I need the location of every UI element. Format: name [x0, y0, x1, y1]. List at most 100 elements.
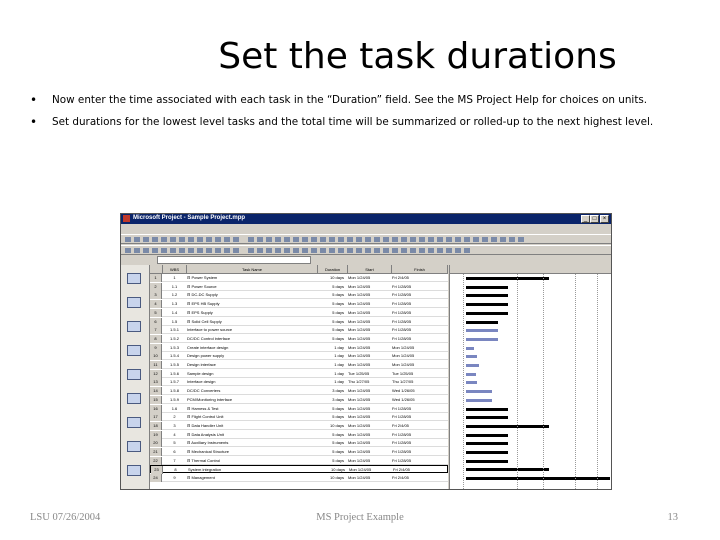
task-start[interactable]: Mon 1/24/05 — [348, 335, 388, 343]
task-name[interactable]: PCM/Monitoring interface — [187, 396, 317, 404]
summary-bar[interactable] — [466, 477, 610, 481]
col-header-task-name[interactable]: Task Name — [187, 265, 318, 274]
task-finish[interactable]: Mon 1/24/05 — [392, 344, 432, 352]
task-finish[interactable]: Fri 1/28/05 — [392, 405, 432, 413]
task-wbs[interactable]: 7 — [163, 457, 186, 465]
task-row[interactable]: 14 1.5.8 DC/DC Converters 3 days Mon 1/24/05… — [150, 387, 448, 396]
toolbar-button[interactable] — [446, 248, 452, 253]
task-row[interactable]: 12 1.5.6 Sample design 1 day Tue 1/25/05 Tue … — [150, 369, 448, 378]
task-row[interactable]: 9 1.5.3 Create interface design 1 day Mon 1/… — [150, 343, 448, 352]
task-start[interactable]: Mon 1/24/05 — [348, 405, 388, 413]
summary-bar[interactable] — [466, 294, 508, 298]
toolbar-button[interactable] — [455, 237, 461, 242]
task-bar[interactable] — [466, 398, 492, 402]
toolbar-button[interactable] — [152, 237, 158, 242]
toolbar-button[interactable] — [365, 248, 371, 253]
task-finish[interactable]: Fri 1/28/05 — [392, 300, 432, 308]
task-bar[interactable] — [466, 329, 498, 333]
view-icon[interactable] — [127, 273, 141, 284]
toolbar-button[interactable] — [206, 237, 212, 242]
task-row[interactable]: 4 1.3 ⊟ EPS HB Supply 5 days Mon 1/24/05 Fri … — [150, 300, 448, 309]
toolbar-button[interactable] — [392, 248, 398, 253]
task-finish[interactable]: Fri 1/28/05 — [392, 448, 432, 456]
task-duration[interactable]: 1 day — [318, 378, 344, 386]
task-id[interactable]: 12 — [150, 369, 162, 378]
toolbar-button[interactable] — [275, 237, 281, 242]
task-row[interactable]: 11 1.5.5 Design interface 1 day Mon 1/24/05 M… — [150, 361, 448, 369]
task-id[interactable]: 20 — [150, 439, 162, 448]
task-wbs[interactable]: 6 — [163, 448, 186, 456]
toolbar-button[interactable] — [170, 248, 176, 253]
task-row[interactable]: 13 1.5.7 Interface design 1 day Thu 1/27/05 T… — [150, 378, 448, 387]
task-duration[interactable]: 5 days — [318, 283, 344, 291]
toolbar-button[interactable] — [482, 237, 488, 242]
task-start[interactable]: Mon 1/24/05 — [348, 431, 388, 439]
task-row[interactable]: 18 3 ⊟ Data Handler Unit 10 days Mon 1/24/05… — [150, 421, 448, 430]
toolbar-button[interactable] — [383, 248, 389, 253]
toolbar-button[interactable] — [302, 248, 308, 253]
task-start[interactable]: Mon 1/24/05 — [348, 318, 388, 326]
task-duration[interactable]: 10 days — [318, 274, 344, 282]
task-start[interactable]: Mon 1/24/05 — [348, 309, 388, 317]
minimize-button[interactable]: _ — [581, 215, 590, 223]
summary-bar[interactable] — [466, 433, 508, 437]
task-start[interactable]: Thu 1/27/05 — [348, 378, 388, 386]
task-start[interactable]: Mon 1/24/05 — [348, 422, 388, 430]
task-finish[interactable]: Fri 2/4/05 — [392, 474, 432, 482]
task-finish[interactable]: Fri 2/4/05 — [392, 422, 432, 430]
toolbar-button[interactable] — [518, 237, 524, 242]
task-finish[interactable]: Fri 2/4/05 — [392, 274, 432, 282]
task-id[interactable]: 1 — [150, 274, 162, 282]
task-name[interactable]: ⊟ DC-DC Supply — [187, 291, 317, 299]
toolbar-button[interactable] — [437, 237, 443, 242]
view-icon[interactable] — [127, 369, 141, 380]
toolbar-button[interactable] — [437, 248, 443, 253]
task-finish[interactable]: Fri 1/28/05 — [392, 457, 432, 465]
maximize-button[interactable]: □ — [590, 215, 599, 223]
task-duration[interactable]: 5 days — [318, 309, 344, 317]
task-duration[interactable]: 10 days — [318, 474, 344, 482]
toolbar-button[interactable] — [134, 248, 140, 253]
toolbar-button[interactable] — [401, 237, 407, 242]
summary-bar[interactable] — [466, 424, 550, 428]
summary-bar[interactable] — [466, 303, 508, 307]
task-start[interactable]: Mon 1/24/05 — [348, 413, 388, 421]
standard-toolbar[interactable] — [121, 234, 611, 244]
toolbar-button[interactable] — [500, 237, 506, 242]
toolbar-button[interactable] — [284, 248, 290, 253]
task-id[interactable]: 10 — [150, 352, 162, 361]
task-row[interactable]: 19 4 ⊟ Data Analysis Unit 5 days Mon 1/24/05… — [150, 430, 448, 439]
toolbar-button[interactable] — [338, 237, 344, 242]
toolbar-button[interactable] — [188, 248, 194, 253]
task-bar[interactable] — [466, 372, 476, 376]
view-icon[interactable] — [127, 393, 141, 404]
task-start[interactable]: Mon 1/24/05 — [348, 439, 388, 447]
col-header-duration[interactable]: Duration — [318, 265, 348, 274]
summary-bar[interactable] — [466, 320, 498, 324]
task-row[interactable]: 20 5 ⊟ Auxiliary Instruments 5 days Mon 1/24… — [150, 439, 448, 448]
task-wbs[interactable]: 1.4 — [163, 309, 186, 317]
task-row[interactable]: 1 1 ⊟ Power System 10 days Mon 1/24/05 Fri 2/… — [150, 274, 448, 282]
task-wbs[interactable]: 9 — [163, 474, 186, 482]
toolbar-button[interactable] — [329, 248, 335, 253]
task-id[interactable]: 11 — [150, 361, 162, 369]
task-name[interactable]: ⊟ Auxiliary Instruments — [187, 439, 317, 447]
task-finish[interactable]: Fri 1/28/05 — [392, 439, 432, 447]
task-bar[interactable] — [466, 364, 479, 367]
toolbar-button[interactable] — [410, 237, 416, 242]
toolbar-button[interactable] — [293, 248, 299, 253]
task-wbs[interactable]: 3 — [163, 422, 186, 430]
task-id[interactable]: 19 — [150, 430, 162, 439]
task-wbs[interactable]: 1.5.6 — [163, 370, 186, 378]
task-name[interactable]: ⊟ Data Analysis Unit — [187, 431, 317, 439]
task-row[interactable]: 7 1.5.1 Interface to power source 5 days Mon… — [150, 326, 448, 335]
task-wbs[interactable]: 1.5.1 — [163, 326, 186, 334]
summary-bar[interactable] — [466, 451, 508, 454]
toolbar-button[interactable] — [188, 237, 194, 242]
summary-bar[interactable] — [466, 459, 508, 463]
summary-bar[interactable] — [466, 416, 508, 420]
task-start[interactable]: Mon 1/24/05 — [348, 396, 388, 404]
task-name[interactable]: ⊟ Mechanical Structure — [187, 448, 317, 456]
task-finish[interactable]: Fri 1/28/05 — [392, 335, 432, 343]
toolbar-button[interactable] — [383, 237, 389, 242]
